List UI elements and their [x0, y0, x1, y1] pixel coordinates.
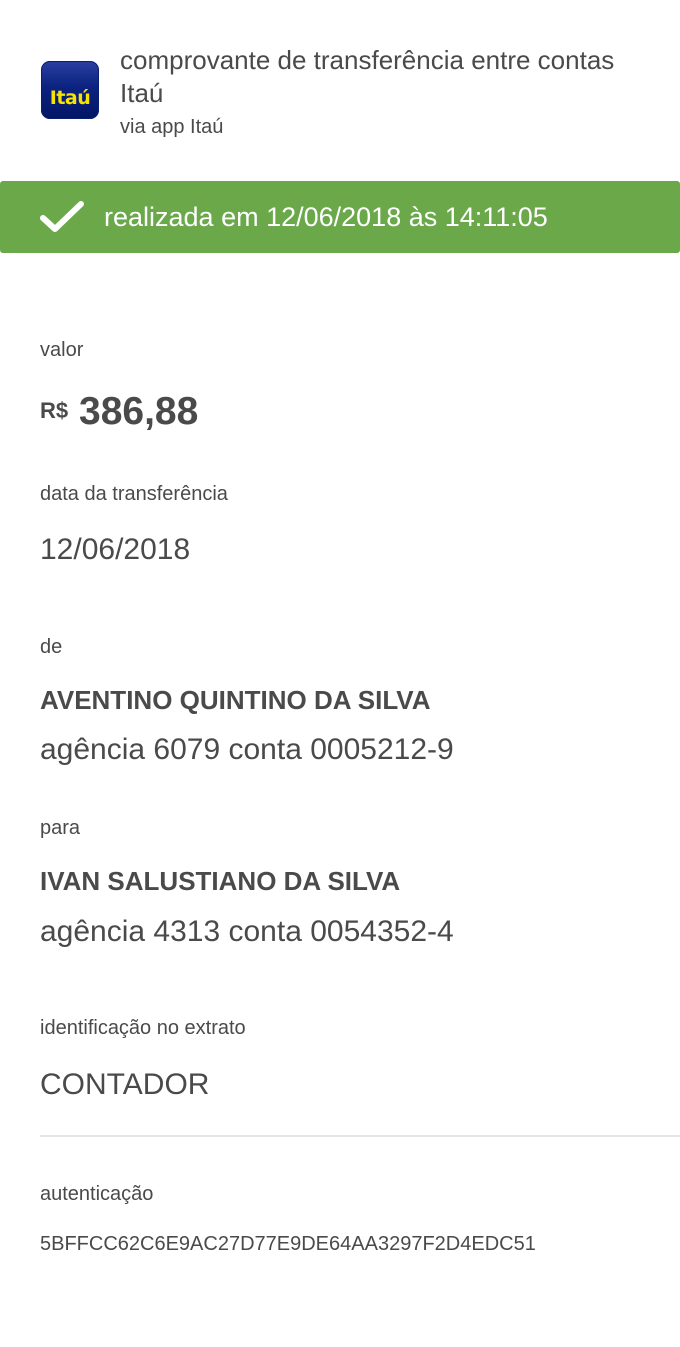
divider: [40, 1135, 680, 1137]
to-name: IVAN SALUSTIANO DA SILVA: [40, 866, 401, 896]
amount-value: 386,88: [79, 390, 199, 433]
status-banner: realizada em 12/06/2018 às 14:11:05: [0, 181, 680, 253]
authentication-code: 5BFFCC62C6E9AC27D77E9DE64AA3297F2D4EDC51: [40, 1233, 536, 1255]
itau-logo: Itaú: [41, 61, 99, 119]
from-label: de: [40, 636, 63, 658]
from-name: AVENTINO QUINTINO DA SILVA: [40, 685, 431, 715]
authentication-label: autenticação: [40, 1183, 154, 1205]
to-label: para: [40, 817, 81, 839]
statement-id-value: CONTADOR: [40, 1068, 210, 1101]
transfer-date-label: data da transferência: [40, 483, 228, 505]
check-icon: [40, 201, 84, 232]
valor-label: valor: [40, 339, 84, 361]
receipt-header: Itaú comprovante de transferência entre …: [0, 0, 680, 181]
statement-id-label: identificação no extrato: [40, 1017, 246, 1039]
status-text: realizada em 12/06/2018 às 14:11:05: [104, 202, 548, 232]
to-account: agência 4313 conta 0054352-4: [40, 915, 454, 948]
itau-logo-text: Itaú: [49, 87, 91, 109]
page-title: comprovante de transferência entre conta…: [120, 45, 615, 108]
from-account: agência 6079 conta 0005212-9: [40, 733, 454, 766]
transfer-date-value: 12/06/2018: [40, 533, 191, 566]
page-subtitle: via app Itaú: [120, 116, 224, 138]
receipt-page: Itaú comprovante de transferência entre …: [0, 0, 680, 1347]
currency-symbol: R$: [40, 398, 69, 423]
